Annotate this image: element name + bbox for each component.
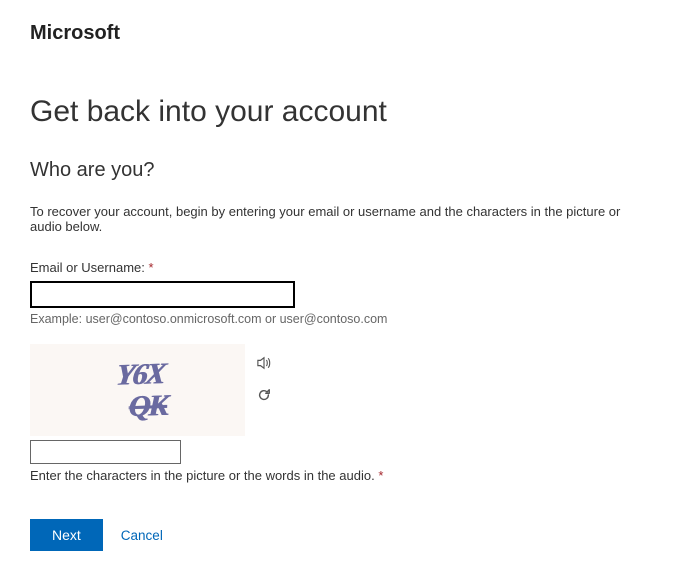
- refresh-icon[interactable]: [255, 386, 273, 404]
- actions-row: Next Cancel: [30, 519, 652, 551]
- page-title: Get back into your account: [30, 95, 652, 129]
- captcha-characters: Y6X QK: [109, 358, 165, 423]
- captcha-hint-text: Enter the characters in the picture or t…: [30, 468, 375, 483]
- captcha-line-1: Y6X: [114, 358, 166, 391]
- captcha-controls: [255, 344, 273, 404]
- email-field[interactable]: [30, 281, 295, 308]
- email-label: Email or Username: *: [30, 260, 652, 275]
- captcha-row: Y6X QK: [30, 344, 652, 436]
- audio-icon[interactable]: [255, 354, 273, 372]
- instructions-text: To recover your account, begin by enteri…: [30, 204, 652, 234]
- required-marker-captcha: *: [378, 468, 383, 483]
- email-label-text: Email or Username:: [30, 260, 145, 275]
- captcha-line-2: QK: [123, 389, 171, 422]
- captcha-input[interactable]: [30, 440, 181, 464]
- email-example-hint: Example: user@contoso.onmicrosoft.com or…: [30, 312, 652, 326]
- subtitle: Who are you?: [30, 159, 652, 182]
- captcha-hint: Enter the characters in the picture or t…: [30, 468, 652, 483]
- required-marker: *: [149, 260, 154, 275]
- cancel-link[interactable]: Cancel: [121, 528, 163, 543]
- brand-logo: Microsoft: [30, 22, 652, 45]
- next-button[interactable]: Next: [30, 519, 103, 551]
- captcha-image: Y6X QK: [30, 344, 245, 436]
